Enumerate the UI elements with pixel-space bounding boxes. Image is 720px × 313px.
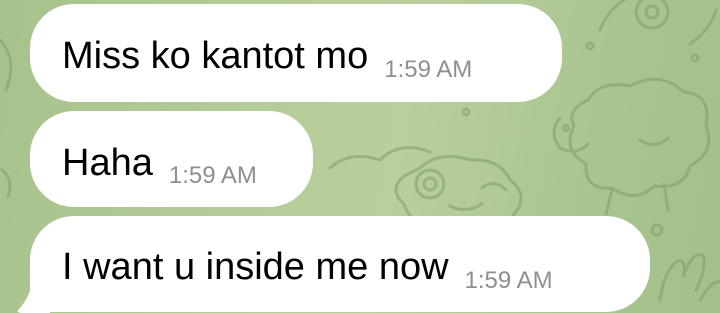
- message-bubble[interactable]: I want u inside me now 1:59 AM: [30, 216, 650, 312]
- message-text: I want u inside me now: [62, 246, 449, 288]
- message-list: Miss ko kantot mo 1:59 AM Haha 1:59 AM I…: [0, 0, 720, 313]
- message-bubble[interactable]: Haha 1:59 AM: [30, 111, 313, 207]
- message-text: Miss ko kantot mo: [62, 35, 369, 77]
- message-bubble[interactable]: Miss ko kantot mo 1:59 AM: [30, 4, 562, 102]
- bubble-tail-icon: [17, 276, 50, 313]
- message-timestamp: 1:59 AM: [464, 267, 553, 294]
- message-timestamp: 1:59 AM: [384, 56, 473, 83]
- message-text: Haha: [62, 142, 153, 184]
- message-timestamp: 1:59 AM: [168, 162, 257, 189]
